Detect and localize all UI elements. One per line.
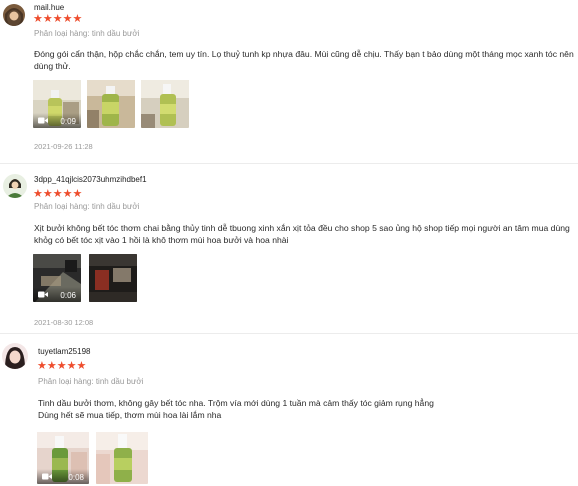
reviewer-username[interactable]: 3dpp_41qjlcis2073uhmzihdbef1 [34,175,147,184]
review-image-thumbnail[interactable] [96,432,148,484]
review-comment: Đóng gói cẩn thận, hộp chắc chắn, tem uy… [34,49,574,71]
rating-stars: ★★★★★ [33,13,83,25]
video-camera-icon [38,117,48,124]
rating-stars: ★★★★★ [33,188,83,200]
reviewer-username[interactable]: mail.hue [34,3,64,12]
review-item: mail.hue ★★★★★ Phân loại hàng: tinh dầu … [0,0,578,160]
video-duration: 0:08 [68,473,84,482]
review-comment: Xịt bưởi không bết tóc thơm chai bằng th… [34,223,570,245]
avatar[interactable] [2,343,28,369]
avatar[interactable] [3,174,27,198]
review-item: tuyetlam25198 ★★★★★ Phân loại hàng: tinh… [0,338,578,486]
product-variant: Phân loại hàng: tinh dầu bưởi [34,29,140,38]
review-comment-line: Tinh dầu bưởi thơm, không gây bết tóc nh… [38,398,434,408]
review-divider [0,163,578,164]
review-image-thumbnail[interactable] [89,254,137,302]
review-image-thumbnail[interactable] [141,80,189,128]
review-comment: Tinh dầu bưởi thơm, không gây bết tóc nh… [38,397,574,421]
video-camera-icon [38,291,48,298]
avatar[interactable] [3,4,25,26]
review-timestamp: 2021-09-26 11:28 [34,142,93,151]
review-timestamp: 2021-08-30 12:08 [34,318,94,327]
review-image-thumbnail[interactable] [87,80,135,128]
product-variant: Phân loại hàng: tinh dầu bưởi [34,202,140,211]
review-video-thumbnail[interactable]: 0:09 [33,80,81,128]
product-variant: Phân loại hàng: tinh dầu bưởi [38,377,144,386]
video-camera-icon [42,473,52,480]
review-video-thumbnail[interactable]: 0:06 [33,254,81,302]
review-video-thumbnail[interactable]: 0:08 [37,432,89,484]
review-divider [0,333,578,334]
video-duration: 0:06 [60,291,76,300]
review-comment-line: Dùng hết sẽ mua tiếp, thơm mùi hoa lài l… [38,410,222,420]
reviewer-username[interactable]: tuyetlam25198 [38,347,90,356]
review-item: 3dpp_41qjlcis2073uhmzihdbef1 ★★★★★ Phân … [0,168,578,330]
rating-stars: ★★★★★ [37,360,87,372]
video-duration: 0:09 [60,117,76,126]
